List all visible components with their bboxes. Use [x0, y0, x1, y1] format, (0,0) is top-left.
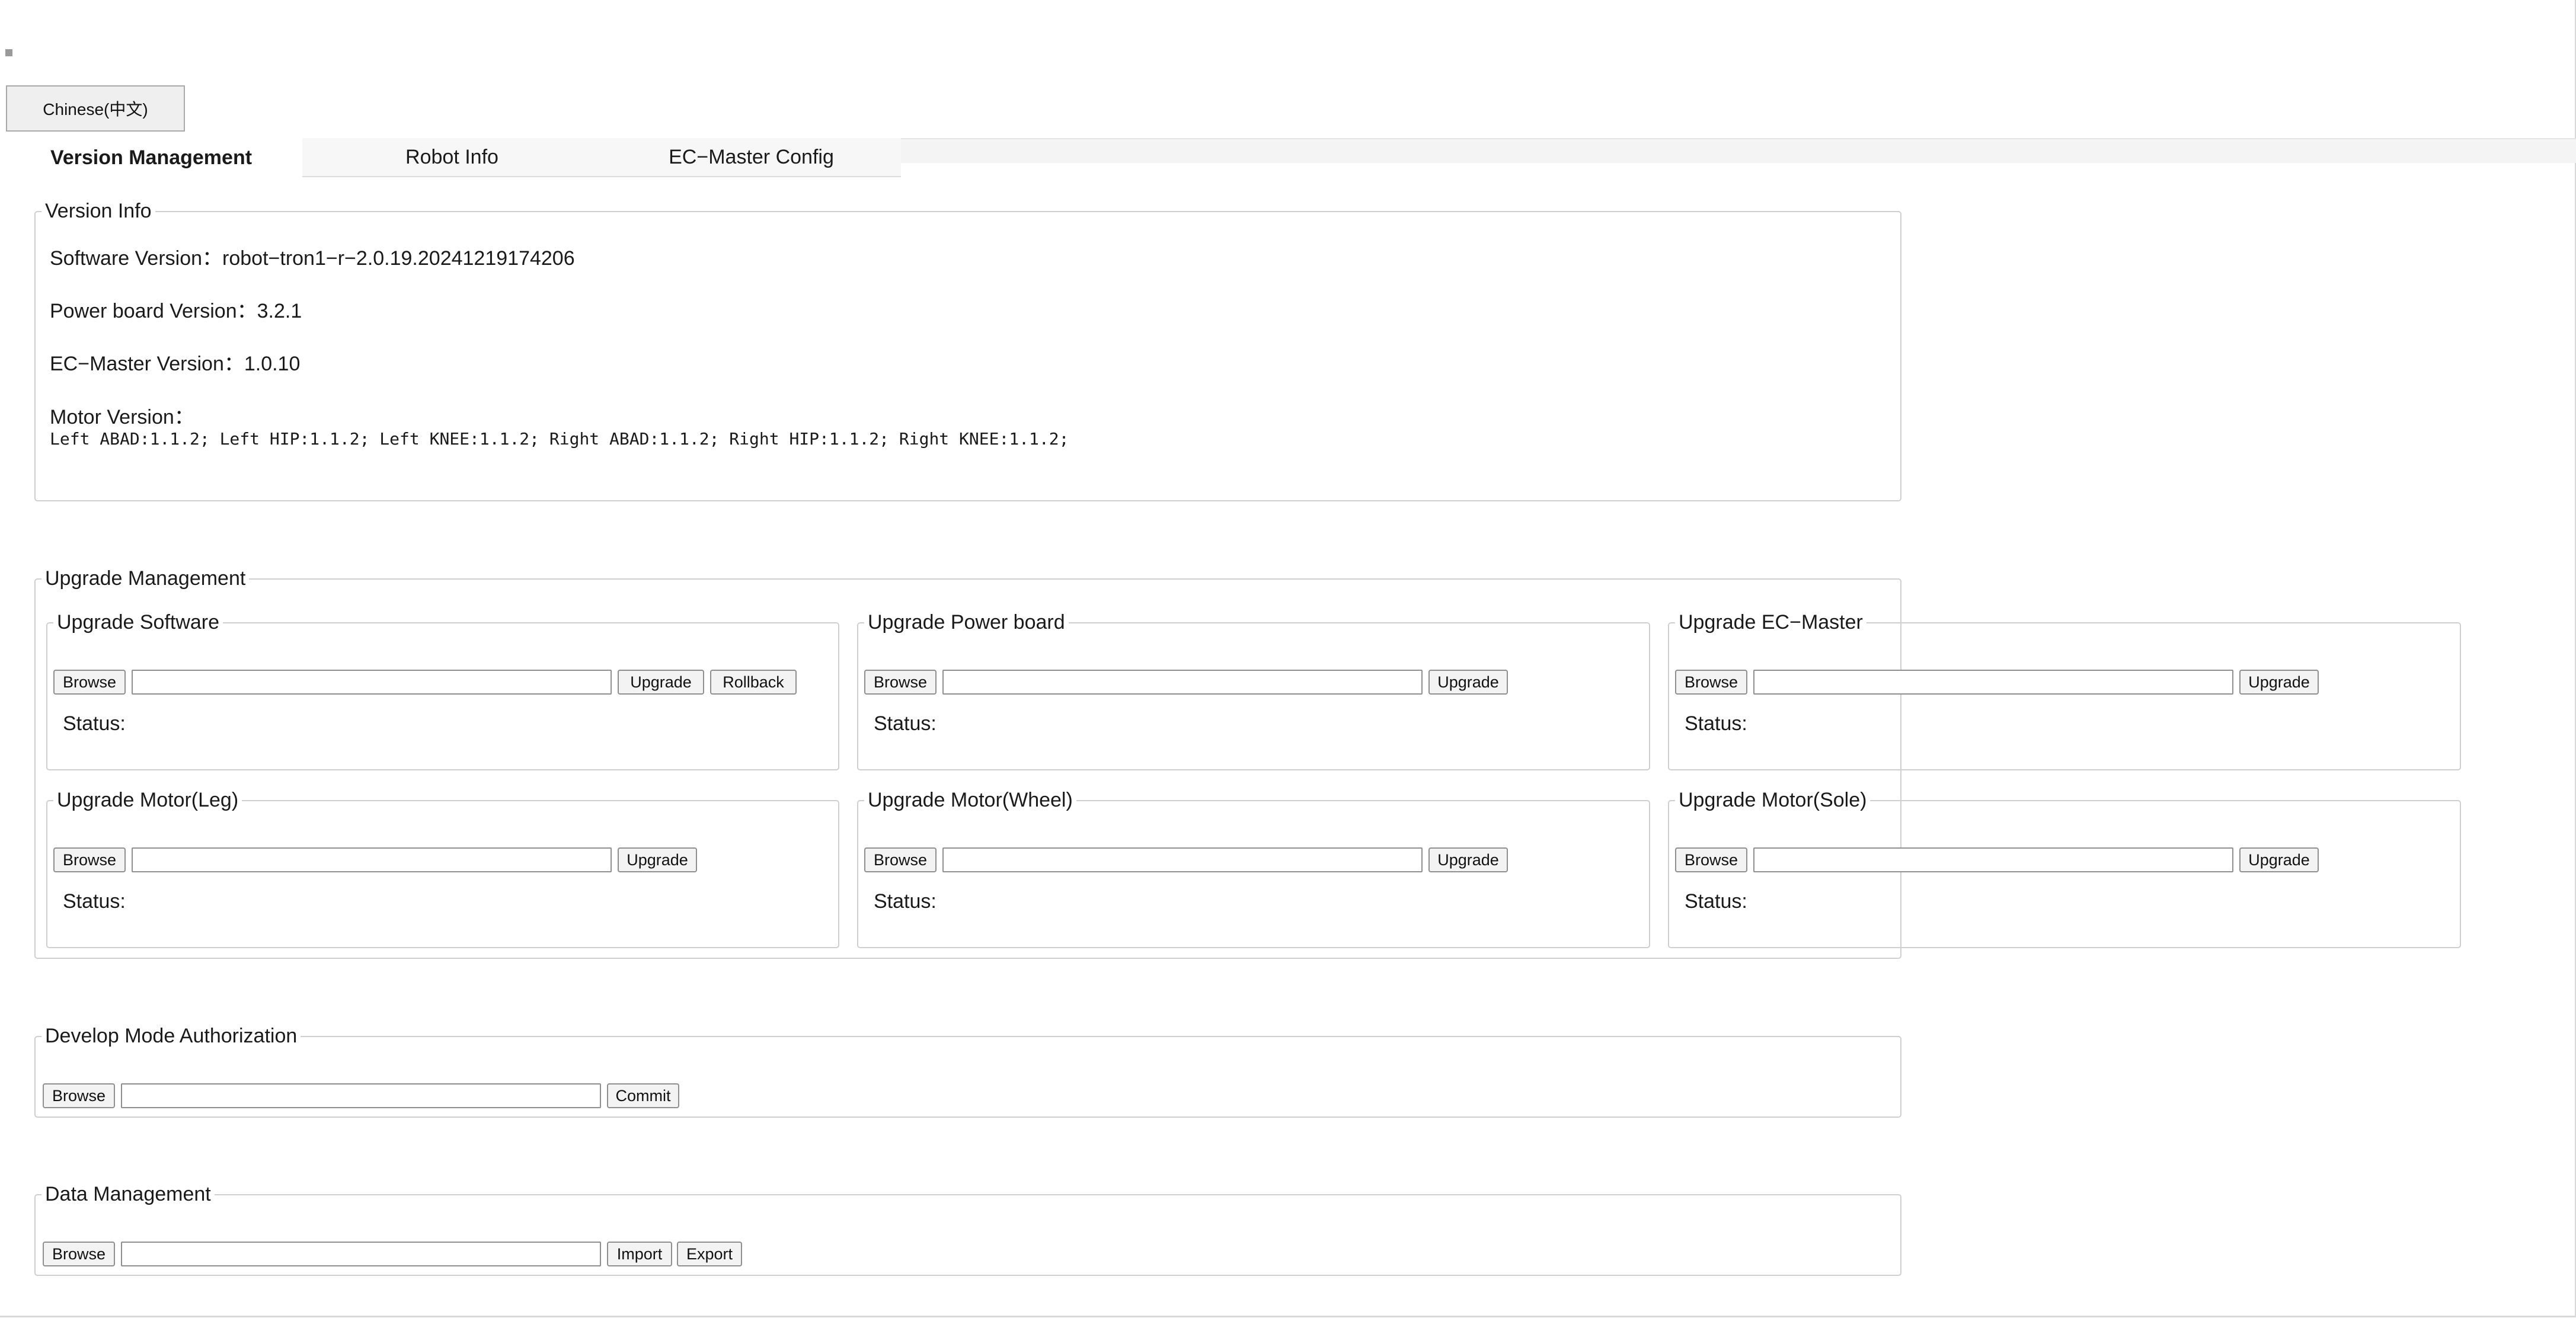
- browse-button[interactable]: Browse: [53, 670, 126, 695]
- status-label: Status:: [63, 712, 126, 735]
- upgrade-button[interactable]: Upgrade: [2239, 847, 2319, 872]
- status-label: Status:: [874, 890, 937, 913]
- develop-mode-group: Develop Mode Authorization Browse Commit: [34, 1024, 1901, 1118]
- upgrade-button[interactable]: Upgrade: [1428, 847, 1508, 872]
- upgrade-motor-leg-panel: Upgrade Motor(Leg) Browse Upgrade Status…: [46, 788, 839, 948]
- status-label: Status:: [63, 890, 126, 913]
- upgrade-ec-master-title: Upgrade EC−Master: [1675, 610, 1867, 634]
- upgrade-motor-sole-panel: Upgrade Motor(Sole) Browse Upgrade Statu…: [1668, 788, 2461, 948]
- commit-button[interactable]: Commit: [607, 1083, 679, 1108]
- version-info-group: Version Info Software Version：robot−tron…: [34, 199, 1901, 501]
- upgrade-ec-master-panel: Upgrade EC−Master Browse Upgrade Status:: [1668, 610, 2461, 770]
- motor-version-detail: Left ABAD:1.1.2; Left HIP:1.1.2; Left KN…: [50, 429, 1069, 449]
- upgrade-power-board-title: Upgrade Power board: [864, 610, 1069, 634]
- tab-robot-info[interactable]: Robot Info: [302, 138, 602, 177]
- tab-version-management[interactable]: Version Management: [0, 138, 302, 177]
- browse-button[interactable]: Browse: [1675, 847, 1747, 872]
- status-label: Status:: [874, 712, 937, 735]
- tab-ec-master-config[interactable]: EC−Master Config: [602, 138, 901, 177]
- browse-button[interactable]: Browse: [1675, 670, 1747, 695]
- upgrade-management-group: Upgrade Management Upgrade Software Brow…: [34, 567, 2461, 959]
- upgrade-motor-sole-title: Upgrade Motor(Sole): [1675, 788, 1871, 812]
- upgrade-motor-wheel-title: Upgrade Motor(Wheel): [864, 788, 1076, 812]
- upgrade-motor-leg-title: Upgrade Motor(Leg): [53, 788, 242, 812]
- power-board-version: Power board Version：3.2.1: [50, 300, 302, 322]
- version-info-title: Version Info: [41, 199, 155, 223]
- file-path-field[interactable]: [132, 670, 612, 695]
- file-path-field[interactable]: [1753, 847, 2233, 872]
- language-button[interactable]: Chinese(中文): [6, 85, 185, 132]
- upgrade-management-title: Upgrade Management: [41, 567, 250, 590]
- file-path-field[interactable]: [942, 670, 1423, 695]
- file-path-field[interactable]: [132, 847, 612, 872]
- export-button[interactable]: Export: [677, 1242, 742, 1266]
- status-label: Status:: [1685, 890, 1747, 913]
- tabs: Version Management Robot Info EC−Master …: [0, 138, 901, 178]
- upgrade-button[interactable]: Upgrade: [1428, 670, 1508, 695]
- motor-version-label: Motor Version：: [50, 406, 194, 428]
- browse-button[interactable]: Browse: [43, 1083, 115, 1108]
- upgrade-button[interactable]: Upgrade: [2239, 670, 2319, 695]
- import-button[interactable]: Import: [607, 1242, 672, 1266]
- authorization-file-field[interactable]: [121, 1083, 601, 1108]
- data-management-title: Data Management: [41, 1182, 215, 1206]
- file-path-field[interactable]: [1753, 670, 2233, 695]
- browse-button[interactable]: Browse: [53, 847, 126, 872]
- software-version: Software Version：robot−tron1−r−2.0.19.20…: [50, 247, 575, 270]
- ec-master-version: EC−Master Version：1.0.10: [50, 353, 301, 375]
- status-label: Status:: [1685, 712, 1747, 735]
- upgrade-software-panel: Upgrade Software Browse Upgrade Rollback…: [46, 610, 839, 770]
- data-management-group: Data Management Browse Import Export: [34, 1182, 1901, 1276]
- window-handle-icon: [5, 49, 12, 56]
- rollback-button[interactable]: Rollback: [710, 670, 797, 695]
- upgrade-power-board-panel: Upgrade Power board Browse Upgrade Statu…: [857, 610, 1650, 770]
- develop-mode-title: Develop Mode Authorization: [41, 1024, 301, 1048]
- upgrade-software-title: Upgrade Software: [53, 610, 223, 634]
- browse-button[interactable]: Browse: [864, 670, 937, 695]
- upgrade-button[interactable]: Upgrade: [618, 847, 697, 872]
- file-path-field[interactable]: [942, 847, 1423, 872]
- upgrade-button[interactable]: Upgrade: [618, 670, 704, 695]
- browse-button[interactable]: Browse: [43, 1242, 115, 1266]
- browse-button[interactable]: Browse: [864, 847, 937, 872]
- upgrade-motor-wheel-panel: Upgrade Motor(Wheel) Browse Upgrade Stat…: [857, 788, 1650, 948]
- data-file-field[interactable]: [121, 1242, 601, 1266]
